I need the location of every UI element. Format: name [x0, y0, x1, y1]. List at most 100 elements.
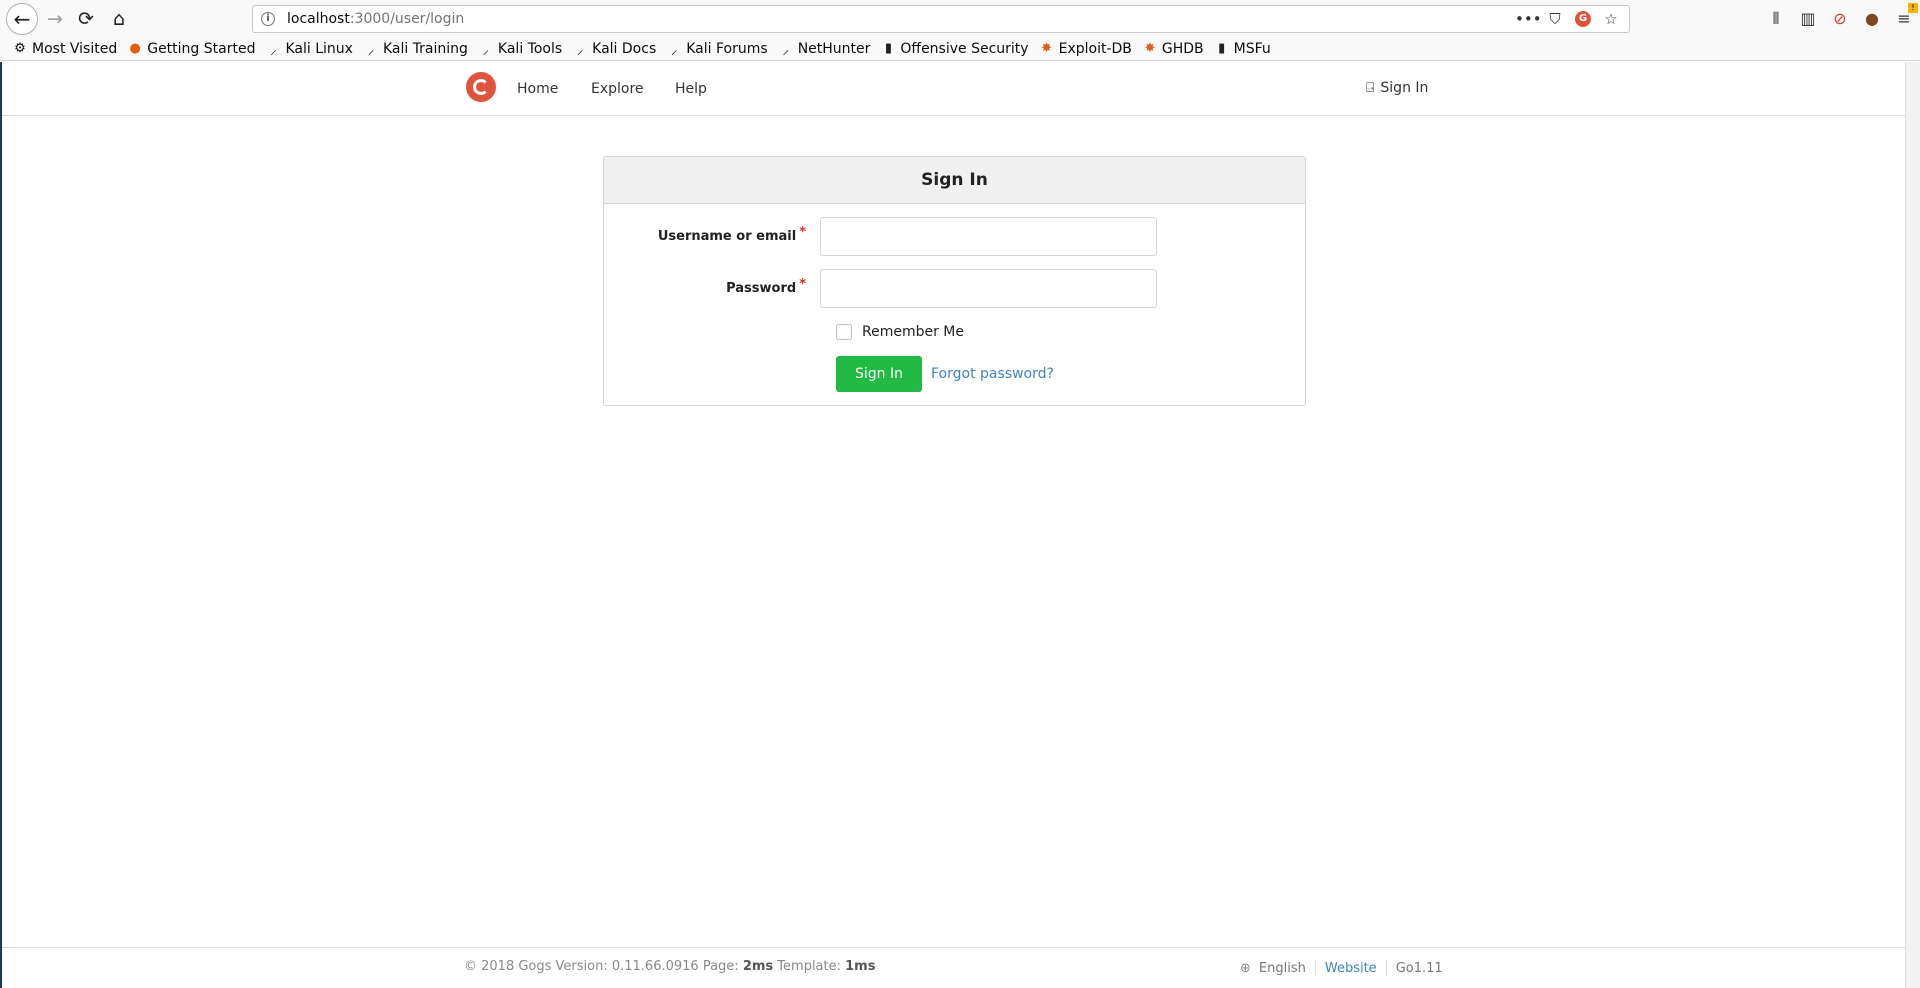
kali-dragon-icon: ⸝	[671, 42, 678, 58]
forgot-password-link[interactable]: Forgot password?	[931, 366, 1054, 382]
sign-in-form: Sign In Username or email * Password * Rem…	[603, 156, 1306, 406]
bookmark-most-visited[interactable]: ⚙ Most Visited	[13, 41, 117, 57]
bookmark-label: Kali Tools	[497, 40, 563, 57]
sign-in-icon: ⍈	[1366, 80, 1375, 96]
bookmark-getting-started[interactable]: ● Getting Started	[128, 40, 256, 57]
page-content: Home Explore Help ⍈ Sign In Sign In User…	[2, 62, 1905, 988]
bookmark-nethunter[interactable]: ⸝ NetHunter	[779, 40, 871, 58]
language-selector[interactable]: English	[1259, 961, 1306, 976]
website-link[interactable]: Website	[1325, 961, 1377, 976]
bookmark-kali-training[interactable]: ⸝ Kali Training	[364, 40, 468, 58]
bookmark-kali-docs[interactable]: ⸝ Kali Docs	[573, 40, 656, 58]
password-label-text: Password	[726, 281, 797, 296]
bookmark-label: Offensive Security	[900, 40, 1029, 57]
url-host: localhost	[287, 11, 350, 27]
bookmark-kali-forums[interactable]: ⸝ Kali Forums	[667, 40, 768, 58]
nav-help-link[interactable]: Help	[675, 81, 707, 97]
remember-me-label[interactable]: Remember Me	[862, 324, 964, 340]
site-header: Home Explore Help ⍈ Sign In	[2, 62, 1905, 116]
offsec-icon: ▮	[1218, 41, 1226, 56]
reload-button[interactable]: ⟳	[71, 4, 101, 34]
bookmark-label: Most Visited	[32, 40, 118, 57]
bookmark-star-icon[interactable]: ☆	[1601, 10, 1621, 28]
update-badge: !	[1908, 3, 1918, 13]
bookmark-kali-linux[interactable]: ⸝ Kali Linux	[266, 40, 353, 58]
kali-dragon-icon: ⸝	[782, 42, 789, 58]
username-row: Username or email *	[604, 217, 1157, 256]
kali-dragon-icon: ⸝	[482, 42, 490, 58]
kali-dragon-icon: ⸝	[270, 42, 277, 58]
bookmark-ghdb[interactable]: ✸ GHDB	[1143, 40, 1204, 57]
footer-template-label: Template:	[777, 959, 841, 974]
home-button[interactable]: ⌂	[104, 4, 134, 34]
password-label: Password *	[604, 277, 820, 296]
globe-icon: ⊕	[1240, 960, 1251, 976]
divider	[1385, 960, 1387, 976]
bookmark-label: GHDB	[1161, 40, 1204, 57]
pocket-icon[interactable]: ⛉	[1545, 10, 1565, 28]
username-input[interactable]	[820, 217, 1157, 256]
gogs-logo-icon[interactable]	[466, 72, 496, 102]
bookmark-label: Kali Forums	[686, 40, 768, 57]
arrow-left-icon: ←	[13, 7, 31, 31]
bookmark-label: Exploit-DB	[1058, 40, 1132, 57]
sign-in-button[interactable]: Sign In	[836, 356, 922, 392]
more-actions-icon[interactable]: •••	[1515, 10, 1542, 28]
nav-home-link[interactable]: Home	[517, 81, 558, 97]
footer-links: ⊕ English Website Go1.11	[1240, 960, 1443, 976]
browser-toolbar: ← → ⟳ ⌂ i localhost:3000/user/login ••• …	[0, 0, 1920, 37]
gogs-extension-icon[interactable]: G	[1575, 11, 1591, 27]
footer-version-info: © 2018 Gogs Version: 0.11.66.0916 Page: …	[464, 959, 875, 974]
forward-button[interactable]: →	[40, 4, 70, 34]
footer-copyright: © 2018 Gogs Version: 0.11.66.0916 Page:	[464, 959, 739, 974]
password-row: Password *	[604, 269, 1157, 308]
hamburger-menu-icon[interactable]: ≡!	[1894, 3, 1918, 28]
library-icon[interactable]: ⫴	[1766, 9, 1786, 29]
reload-icon: ⟳	[78, 8, 94, 30]
nav-sign-in-label: Sign In	[1380, 80, 1429, 96]
url-bar[interactable]: i localhost:3000/user/login ••• ⛉ G ☆	[252, 5, 1630, 33]
back-button[interactable]: ←	[6, 3, 38, 35]
url-text[interactable]: localhost:3000/user/login	[287, 11, 464, 27]
password-input[interactable]	[820, 269, 1157, 308]
sign-in-title: Sign In	[921, 170, 988, 190]
remember-me-checkbox[interactable]	[836, 324, 852, 340]
bookmark-label: Kali Docs	[592, 40, 657, 57]
bookmark-kali-tools[interactable]: ⸝ Kali Tools	[479, 40, 562, 58]
arrow-right-icon: →	[47, 8, 63, 30]
sign-in-header: Sign In	[604, 157, 1305, 204]
exploit-db-icon: ✸	[1144, 41, 1156, 56]
footer-template-time: 1ms	[845, 959, 876, 974]
offsec-icon: ▮	[884, 41, 892, 56]
bookmark-offensive-security[interactable]: ▮ Offensive Security	[881, 40, 1029, 57]
required-marker: *	[799, 225, 806, 240]
firefox-icon: ●	[129, 41, 141, 56]
kali-dragon-icon: ⸝	[576, 42, 584, 58]
gear-icon: ⚙	[14, 41, 26, 56]
bookmark-label: Getting Started	[147, 40, 256, 57]
bookmarks-bar: ⚙ Most Visited ● Getting Started ⸝ Kali Lin…	[0, 37, 1920, 61]
remember-row: Remember Me	[836, 324, 964, 340]
bookmark-label: Kali Linux	[285, 40, 353, 57]
noscript-icon[interactable]: ⊘	[1830, 9, 1850, 28]
site-footer: © 2018 Gogs Version: 0.11.66.0916 Page: …	[2, 947, 1905, 988]
home-icon: ⌂	[112, 8, 126, 30]
cookie-icon[interactable]: ●	[1862, 9, 1882, 28]
kali-dragon-icon: ⸝	[367, 42, 375, 58]
info-icon[interactable]: i	[261, 12, 275, 26]
divider	[1314, 960, 1316, 976]
bookmark-msfu[interactable]: ▮ MSFu	[1215, 41, 1271, 57]
bookmark-label: Kali Training	[382, 40, 468, 57]
url-path: :3000/user/login	[349, 11, 465, 27]
bookmark-label: NetHunter	[797, 40, 871, 57]
required-marker: *	[799, 277, 806, 292]
go-version: Go1.11	[1395, 960, 1443, 976]
sidebar-icon[interactable]: ▥	[1798, 9, 1818, 28]
footer-page-time: 2ms	[742, 959, 774, 974]
nav-sign-in-link[interactable]: ⍈ Sign In	[1366, 80, 1428, 96]
bookmark-exploit-db[interactable]: ✸ Exploit-DB	[1040, 41, 1132, 57]
nav-explore-link[interactable]: Explore	[591, 81, 644, 97]
page-scrollbar[interactable]	[1905, 62, 1920, 988]
actions-row: Sign In Forgot password?	[836, 356, 1054, 392]
exploit-db-icon: ✸	[1041, 41, 1053, 56]
